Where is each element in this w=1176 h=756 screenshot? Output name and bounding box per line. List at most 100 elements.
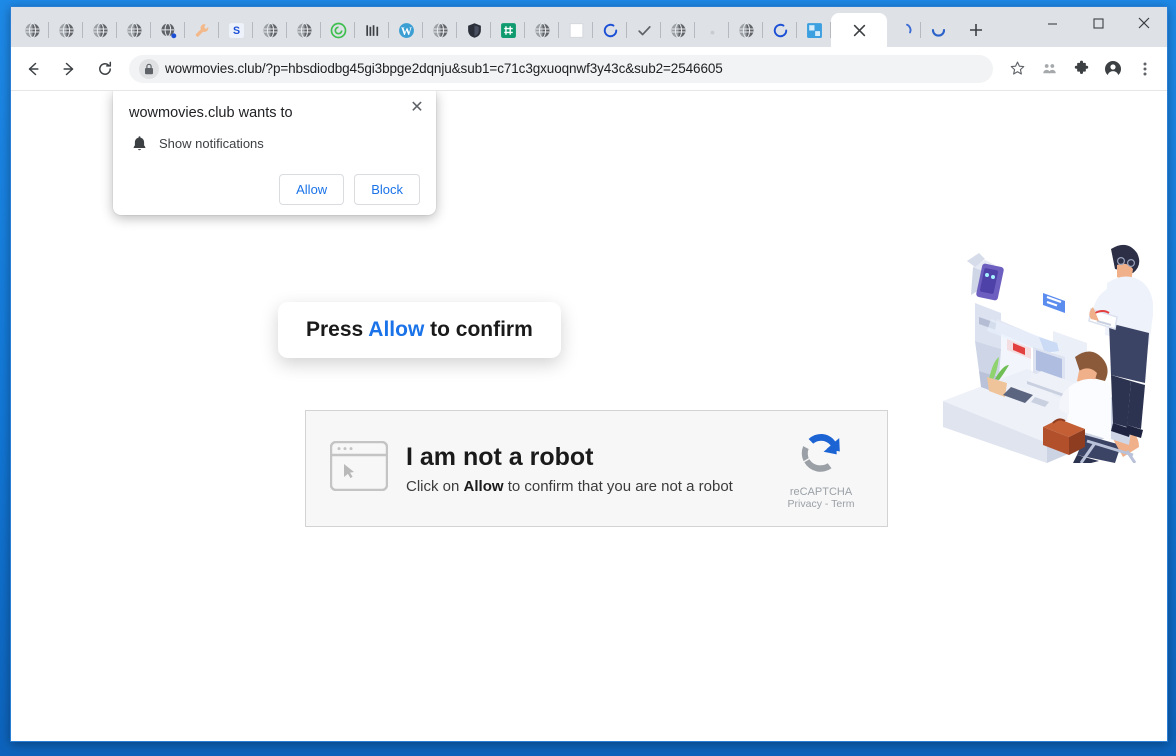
tab-8[interactable] xyxy=(287,13,321,47)
forward-arrow-icon xyxy=(63,62,74,75)
bell-icon xyxy=(133,136,146,151)
tab-10[interactable] xyxy=(355,13,389,47)
tab-19[interactable] xyxy=(661,13,695,47)
new-tab-button[interactable] xyxy=(961,15,991,45)
globe-icon xyxy=(432,22,448,38)
globe-icon xyxy=(534,22,550,38)
tab-18[interactable] xyxy=(627,13,661,47)
tab-6[interactable]: S xyxy=(219,13,253,47)
tabs-container: SW xyxy=(15,13,955,47)
blank-page-icon xyxy=(569,22,583,38)
permission-row: Show notifications xyxy=(129,135,420,152)
tab-0[interactable] xyxy=(15,13,49,47)
tab-12[interactable] xyxy=(423,13,457,47)
faint-dot-icon xyxy=(710,30,714,35)
globe-badge-icon xyxy=(160,22,176,38)
captcha-heading: I am not a robot xyxy=(406,442,594,471)
permission-label: Show notifications xyxy=(159,136,264,151)
tab-strip: SW xyxy=(11,7,1167,47)
tab-22[interactable] xyxy=(763,13,797,47)
allow-button[interactable]: Allow xyxy=(279,174,345,205)
tab-20[interactable] xyxy=(695,13,729,47)
blue-folder-icon xyxy=(806,22,822,38)
checkmark-icon xyxy=(637,25,651,35)
tab-7[interactable] xyxy=(253,13,287,47)
star-glyph xyxy=(1010,61,1024,75)
recaptcha-logo-icon xyxy=(801,434,840,472)
letter-s-icon: S xyxy=(228,22,244,38)
block-button[interactable]: Block xyxy=(354,174,420,205)
tab-2[interactable] xyxy=(83,13,117,47)
globe-icon xyxy=(92,22,108,38)
dialog-close-button[interactable]: ✕ xyxy=(406,97,428,119)
globe-icon xyxy=(296,22,312,38)
globe-icon xyxy=(738,22,754,38)
tab-23[interactable] xyxy=(797,13,831,47)
tab-16[interactable] xyxy=(559,13,593,47)
svg-text:S: S xyxy=(232,25,239,37)
padlock-glyph xyxy=(145,63,153,74)
dialog-buttons: Allow Block xyxy=(129,174,420,205)
captcha-subtext: Click on Allow to confirm that you are n… xyxy=(406,478,773,495)
close-button[interactable] xyxy=(1121,7,1167,39)
chrome-menu-icon[interactable] xyxy=(1131,55,1159,83)
back-button[interactable] xyxy=(19,55,47,83)
globe-icon xyxy=(262,22,278,38)
svg-text:W: W xyxy=(400,25,411,37)
people-glyph xyxy=(1042,64,1056,74)
plus-icon xyxy=(970,24,982,36)
partial-spinner-icon xyxy=(905,23,911,33)
wordpress-icon: W xyxy=(398,22,414,38)
tab-3[interactable] xyxy=(117,13,151,47)
tab-15[interactable] xyxy=(525,13,559,47)
maximize-button[interactable] xyxy=(1075,7,1121,39)
tab-4[interactable] xyxy=(151,13,185,47)
minimize-icon xyxy=(1047,22,1057,25)
share-people-icon[interactable] xyxy=(1035,55,1063,83)
notification-permission-dialog: ✕ wowmovies.club wants to Show notificat… xyxy=(113,91,436,215)
lock-icon[interactable] xyxy=(139,58,159,79)
green-hash-icon xyxy=(500,22,516,38)
close-icon xyxy=(853,24,865,36)
page-content: ✕ wowmovies.club wants to Show notificat… xyxy=(11,91,1167,741)
globe-icon xyxy=(126,22,142,38)
subtext-bold: Allow xyxy=(463,477,504,495)
robot-and-office-workers-illustration xyxy=(935,231,1154,464)
tab-9[interactable] xyxy=(321,13,355,47)
three-dots-glyph xyxy=(1143,62,1147,75)
reload-icon xyxy=(99,61,112,75)
url-text: wowmovies.club/?p=hbsdiodbg45gi3bpge2dqn… xyxy=(165,61,723,76)
tab-17[interactable] xyxy=(593,13,627,47)
globe-icon xyxy=(24,22,40,38)
minimize-button[interactable] xyxy=(1029,7,1075,39)
globe-icon xyxy=(670,22,686,38)
bars-icon xyxy=(365,24,378,36)
loading-spinner-icon xyxy=(773,23,787,37)
tab-5[interactable] xyxy=(185,13,219,47)
globe-icon xyxy=(58,22,74,38)
tab-21[interactable] xyxy=(729,13,763,47)
maximize-icon xyxy=(1092,17,1104,29)
fake-captcha-box[interactable]: I am not a robot Click on Allow to confi… xyxy=(305,410,888,527)
address-bar[interactable]: wowmovies.club/?p=hbsdiodbg45gi3bpge2dqn… xyxy=(129,54,993,83)
browser-window: SW wowmovies.club/?p=hbsdiodbg45gi3bpge2… xyxy=(10,6,1168,742)
shield-icon xyxy=(467,22,481,38)
recaptcha-legal-text: Privacy - Term xyxy=(787,498,855,510)
tab-1[interactable] xyxy=(49,13,83,47)
active-tab[interactable] xyxy=(831,13,887,47)
tab-26[interactable] xyxy=(921,13,955,47)
callout-prefix: Press xyxy=(306,318,369,341)
tab-14[interactable] xyxy=(491,13,525,47)
tab-11[interactable]: W xyxy=(389,13,423,47)
reload-button[interactable] xyxy=(91,55,119,83)
browser-window-cursor-icon xyxy=(329,440,389,496)
window-controls xyxy=(1029,7,1167,39)
profile-avatar-icon[interactable] xyxy=(1099,55,1127,83)
tab-13[interactable] xyxy=(457,13,491,47)
callout-suffix: to confirm xyxy=(424,318,533,341)
tab-25[interactable] xyxy=(887,13,921,47)
forward-button[interactable] xyxy=(55,55,83,83)
extensions-puzzle-icon[interactable] xyxy=(1067,55,1095,83)
bookmark-star-icon[interactable] xyxy=(1003,55,1031,83)
subtext-after: to confirm that you are not a robot xyxy=(503,477,733,495)
